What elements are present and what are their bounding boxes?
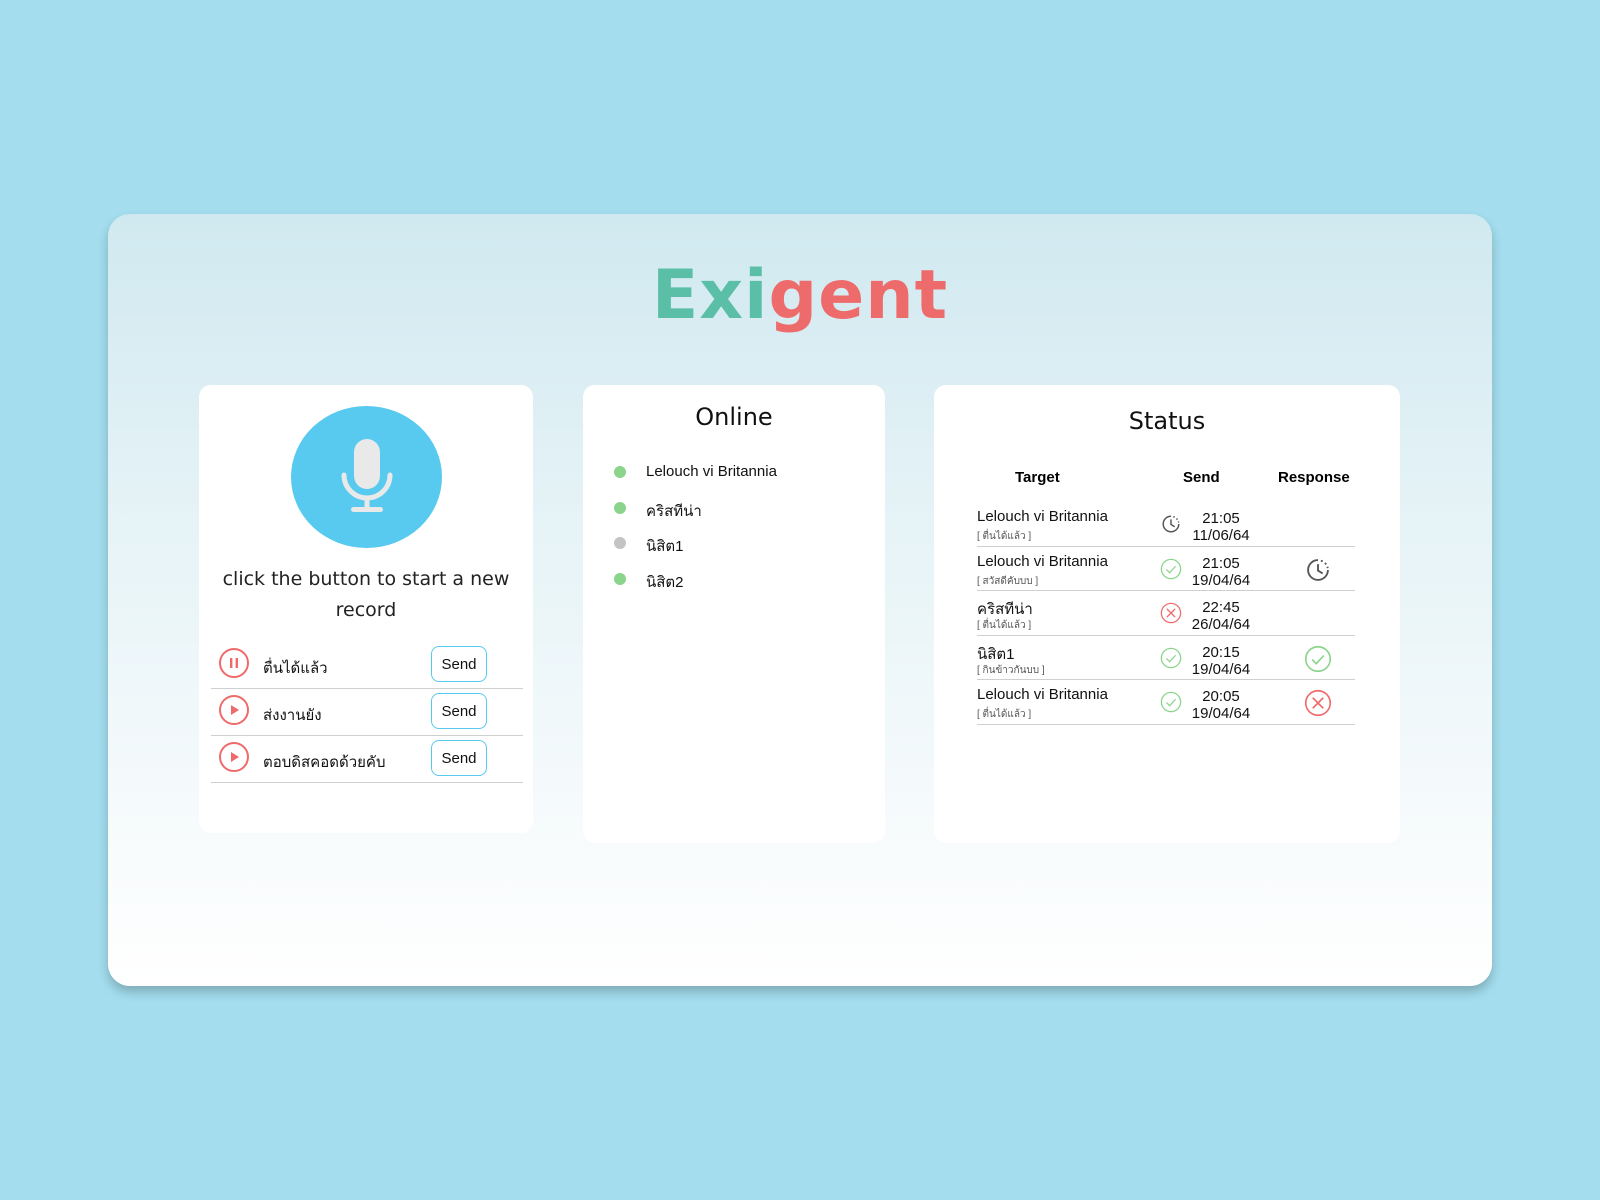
logo-part-gent: gent [768,256,949,335]
response-none-icon [1304,600,1332,628]
user-name: นิสิต1 [646,538,684,555]
send-time: 22:45 [1202,599,1240,616]
response-success-icon [1304,645,1332,673]
target-message: [ สวัสดีคับบบ ] [977,575,1039,587]
send-time: 20:05 [1202,688,1240,705]
send-button[interactable]: Send [431,740,487,776]
target-message: [ ตื่นได้แล้ว ] [977,620,1032,631]
app-window: Exigent click the button to start a new … [108,214,1492,986]
send-date: 19/04/64 [1191,571,1251,589]
send-date: 19/04/64 [1191,660,1251,678]
send-date: 19/04/64 [1191,705,1251,722]
target-message: [ ตื่นได้แล้ว ] [977,531,1032,542]
table-row: คริสทีน่า [ ตื่นได้แล้ว ] 22:45 26/04/64 [977,591,1355,636]
response-pending-icon [1304,556,1332,584]
user-name: นิสิต2 [646,573,684,591]
send-timestamp: 20:05 19/04/64 [1187,688,1255,722]
recorder-panel: click the button to start a new record ต… [199,385,533,833]
send-time: 20:15 [1202,643,1240,661]
send-timestamp: 20:15 19/04/64 [1187,644,1255,678]
send-pending-icon [1160,513,1182,535]
record-row: ตอบดิสคอดด้วยคับ Send [211,736,523,783]
response-failed-icon [1304,689,1332,717]
record-row: ตื่นได้แล้ว Send [211,642,523,689]
send-date: 11/06/64 [1192,527,1250,544]
send-timestamp: 22:45 26/04/64 [1187,599,1255,633]
header-response: Response [1278,469,1350,486]
microphone-icon [341,439,392,512]
send-success-icon [1160,558,1182,580]
target-message: [ กินข้าวกันบบ ] [977,664,1045,676]
record-button[interactable] [291,406,442,548]
status-panel: Status Target Send Response Lelouch vi B… [934,385,1400,843]
send-button[interactable]: Send [431,646,487,682]
target-name: Lelouch vi Britannia [977,686,1108,703]
send-success-icon [1160,691,1182,713]
online-panel: Online Lelouch vi Britannia คริสทีน่า นิ… [583,385,885,843]
send-time: 21:05 [1202,510,1240,527]
status-table: Lelouch vi Britannia [ ตื่นได้แล้ว ] 21:… [977,502,1355,725]
response-none-icon [1304,511,1332,539]
app-logo: Exigent [108,262,1492,330]
table-row: Lelouch vi Britannia [ ตื่นได้แล้ว ] 21:… [977,502,1355,547]
send-failed-icon [1160,602,1182,624]
send-timestamp: 21:05 19/04/64 [1187,555,1255,589]
record-label: ตอบดิสคอดด้วยคับ [263,754,386,771]
send-timestamp: 21:05 11/06/64 [1187,510,1255,544]
target-name: Lelouch vi Britannia [977,552,1108,570]
target-name: Lelouch vi Britannia [977,508,1108,525]
logo-part-exi: Exi [651,256,769,335]
send-date: 26/04/64 [1191,616,1251,633]
play-button[interactable] [219,742,249,772]
record-row: ส่งงานยัง Send [211,689,523,736]
table-row: นิสิต1 [ กินข้าวกันบบ ] 20:15 19/04/64 [977,636,1355,680]
send-button[interactable]: Send [431,693,487,729]
send-time: 21:05 [1202,554,1240,572]
header-send: Send [1183,469,1220,486]
record-hint: click the button to start a new record [222,568,510,621]
record-label: ตื่นได้แล้ว [263,660,328,677]
online-title: Online [695,403,773,431]
presence-dot-icon [614,537,626,549]
presence-dot-icon [614,501,626,514]
record-list: ตื่นได้แล้ว Send ส่งงานยัง Send ตอบดิสคอ… [211,642,523,783]
table-row: Lelouch vi Britannia [ สวัสดีคับบบ ] 21:… [977,547,1355,591]
header-target: Target [1015,469,1060,486]
pause-button[interactable] [219,648,249,678]
user-name: Lelouch vi Britannia [646,463,777,480]
send-success-icon [1160,647,1182,669]
user-name: คริสทีน่า [646,502,702,520]
presence-dot-icon [614,572,626,585]
table-row: Lelouch vi Britannia [ ตื่นได้แล้ว ] 20:… [977,680,1355,725]
presence-dot-icon [614,466,626,478]
record-label: ส่งงานยัง [263,707,322,724]
play-button[interactable] [219,695,249,725]
status-title: Status [1128,407,1206,435]
target-message: [ ตื่นได้แล้ว ] [977,709,1032,720]
